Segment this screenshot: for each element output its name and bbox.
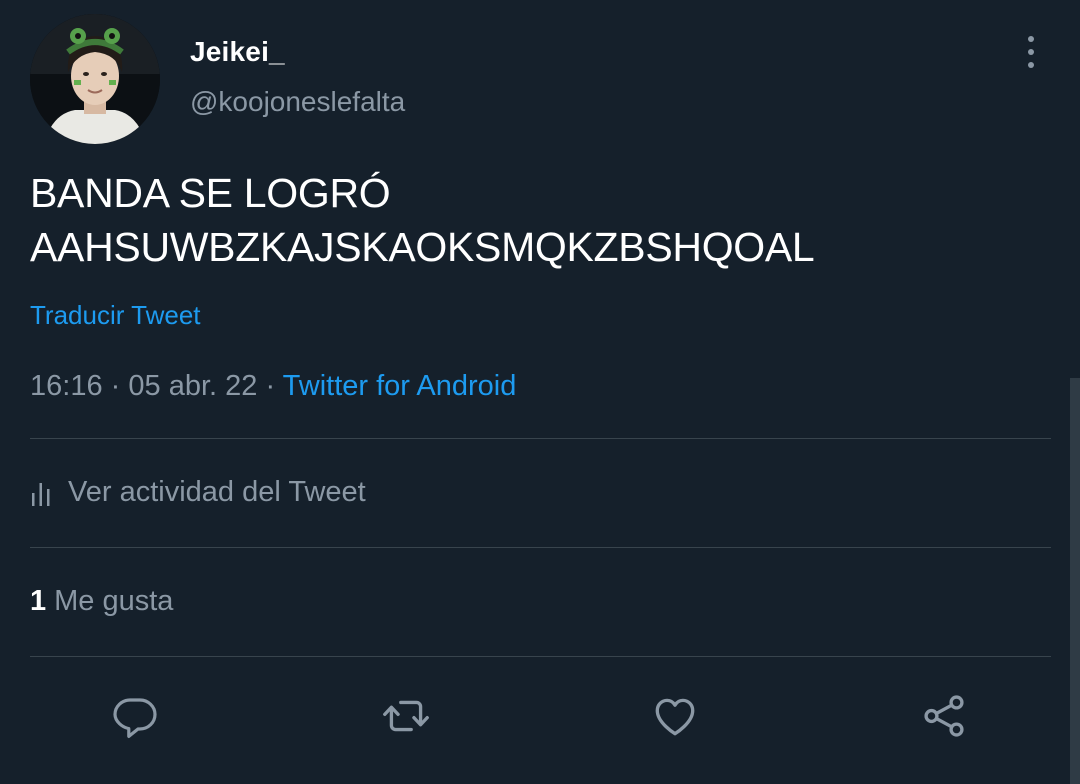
heart-icon xyxy=(655,698,695,736)
likes-count[interactable]: 1 Me gusta xyxy=(30,585,173,618)
tweet-time[interactable]: 16:16 xyxy=(30,370,103,402)
like-button[interactable] xyxy=(649,690,701,742)
bar-chart-icon xyxy=(32,482,50,506)
scrollbar[interactable] xyxy=(1070,378,1080,784)
more-vertical-icon xyxy=(1028,36,1034,42)
tweet-text-line: BANDA SE LOGRÓ xyxy=(30,170,391,216)
more-vertical-icon-dot xyxy=(1028,49,1034,55)
translate-tweet-link[interactable]: Traducir Tweet xyxy=(30,300,201,331)
tweet-metadata: 16:16 · 05 abr. 22 · Twitter for Android xyxy=(30,370,516,403)
reply-icon xyxy=(113,698,157,738)
avatar[interactable] xyxy=(30,14,160,144)
divider xyxy=(30,656,1051,657)
user-avatar-photo xyxy=(30,14,160,144)
retweet-icon xyxy=(383,700,429,732)
share-icon xyxy=(924,695,964,737)
tweet-activity-label: Ver actividad del Tweet xyxy=(68,476,366,508)
tweet-text: BANDA SE LOGRÓ AAHSUWBZKAJSKAOKSMQKZBSHQ… xyxy=(30,166,1040,274)
divider xyxy=(30,547,1051,548)
more-vertical-icon-dot xyxy=(1028,62,1034,68)
retweet-button[interactable] xyxy=(380,690,432,742)
likes-number: 1 xyxy=(30,585,47,617)
meta-separator: · xyxy=(265,370,276,402)
tweet-text-line: AAHSUWBZKAJSKAOKSMQKZBSHQOAL xyxy=(30,224,815,270)
reply-button[interactable] xyxy=(109,690,161,742)
more-options-button[interactable] xyxy=(1016,34,1046,70)
tweet-activity-button[interactable]: Ver actividad del Tweet xyxy=(30,476,366,509)
author-handle[interactable]: @koojoneslefalta xyxy=(190,86,405,118)
likes-label: Me gusta xyxy=(54,585,174,617)
author-display-name[interactable]: Jeikei_ xyxy=(190,36,285,68)
meta-separator: · xyxy=(110,370,121,402)
divider xyxy=(30,438,1051,439)
tweet-source-link[interactable]: Twitter for Android xyxy=(283,370,517,402)
tweet-date[interactable]: 05 abr. 22 xyxy=(128,370,257,402)
share-button[interactable] xyxy=(918,690,970,742)
